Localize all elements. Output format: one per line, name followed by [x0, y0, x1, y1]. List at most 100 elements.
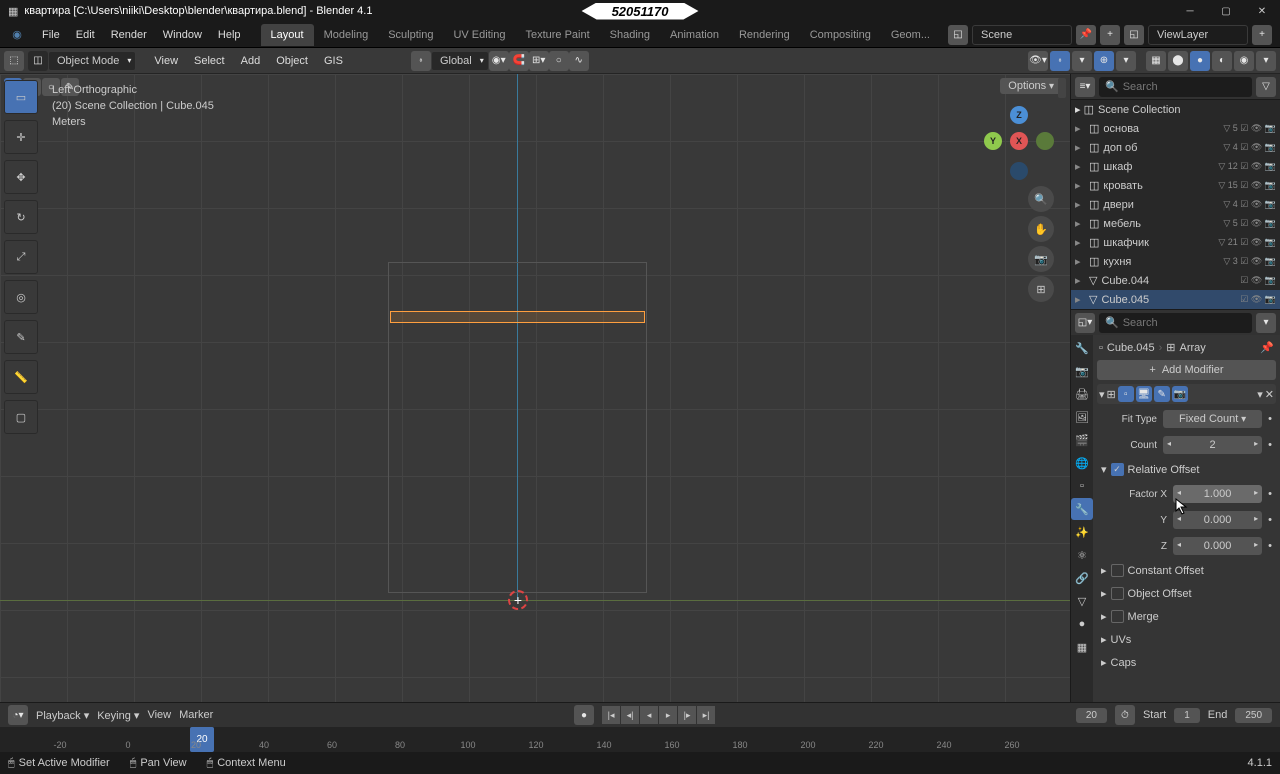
menu-edit[interactable]: Edit — [68, 29, 103, 41]
tab-animation[interactable]: Animation — [660, 24, 729, 46]
tab-layout[interactable]: Layout — [261, 24, 314, 46]
object-offset-section[interactable]: ▸Object Offset — [1097, 584, 1276, 603]
overlay-options-icon[interactable]: ▾ — [1116, 51, 1136, 71]
prop-tab-material[interactable]: ● — [1071, 613, 1093, 635]
camera-view-icon[interactable]: 📷 — [1028, 246, 1054, 272]
tab-sculpting[interactable]: Sculpting — [378, 24, 443, 46]
factor-z-field[interactable]: 0.000 — [1173, 537, 1262, 555]
tree-row[interactable]: ▸◫шкаф▽ 12 ☑ 👁 📷 — [1071, 157, 1280, 176]
new-viewlayer-icon[interactable]: + — [1252, 25, 1272, 45]
persp-ortho-icon[interactable]: ⊞ — [1028, 276, 1054, 302]
viewmenu-object[interactable]: Object — [268, 55, 316, 67]
prop-tab-object[interactable]: ▫ — [1071, 475, 1093, 497]
rotate-tool[interactable]: ↻ — [4, 200, 38, 234]
merge-section[interactable]: ▸Merge — [1097, 607, 1276, 626]
solid-icon[interactable]: ● — [1190, 51, 1210, 71]
gizmo-x-icon[interactable]: X — [1010, 132, 1028, 150]
prop-tab-texture[interactable]: ▦ — [1071, 636, 1093, 658]
relative-offset-section[interactable]: ▾✓Relative Offset — [1097, 460, 1276, 479]
tab-compositing[interactable]: Compositing — [800, 24, 881, 46]
zoom-icon[interactable]: 🔍 — [1028, 186, 1054, 212]
prop-tab-mesh[interactable]: ▽ — [1071, 590, 1093, 612]
addcube-tool[interactable]: ▢ — [4, 400, 38, 434]
end-frame[interactable]: 250 — [1235, 708, 1272, 723]
tab-geom-[interactable]: Geom... — [881, 24, 940, 46]
outliner-display-icon[interactable]: ≡▾ — [1075, 77, 1095, 97]
mod-delete-icon[interactable]: ✕ — [1265, 388, 1274, 401]
tab-uv-editing[interactable]: UV Editing — [443, 24, 515, 46]
timeline-editor-icon[interactable]: ◔▾ — [8, 705, 28, 725]
current-frame[interactable]: 20 — [1076, 708, 1107, 723]
gizmo-options-icon[interactable]: ▾ — [1072, 51, 1092, 71]
viewmenu-select[interactable]: Select — [186, 55, 233, 67]
scale-tool[interactable]: ⤢ — [4, 240, 38, 274]
gizmo-neg-y-icon[interactable] — [1036, 132, 1054, 150]
xray-icon[interactable]: ▦ — [1146, 51, 1166, 71]
new-scene-icon[interactable]: + — [1100, 25, 1120, 45]
npanel-toggle[interactable] — [1058, 78, 1066, 98]
props-data-icon[interactable]: ◱▾ — [1075, 313, 1095, 333]
orientation-icon[interactable]: ⬫ — [411, 51, 431, 71]
mode-dropdown[interactable]: Object Mode — [48, 51, 136, 71]
outliner-search[interactable]: 🔍Search — [1099, 77, 1252, 97]
transform-orientation[interactable]: Global — [431, 51, 489, 71]
viewport-3d[interactable]: ▭ ▭ ○ ✎ Options ▾ Left Orthographic (20)… — [0, 74, 1070, 702]
prop-tab-render[interactable]: 📷 — [1071, 360, 1093, 382]
select-tool[interactable]: ▭ — [4, 80, 38, 114]
scene-field[interactable]: Scene — [972, 25, 1072, 45]
constant-offset-section[interactable]: ▸Constant Offset — [1097, 561, 1276, 580]
tab-modeling[interactable]: Modeling — [314, 24, 379, 46]
marker-menu[interactable]: Marker — [179, 709, 213, 721]
menu-file[interactable]: File — [34, 29, 68, 41]
minimize-button[interactable]: ─ — [1172, 0, 1208, 22]
prev-key-icon[interactable]: ◂| — [621, 706, 639, 724]
tree-row[interactable]: ▸◫основа▽ 5 ☑ 👁 📷 — [1071, 119, 1280, 138]
play-rev-icon[interactable]: ◂ — [640, 706, 658, 724]
mode-icon[interactable]: ◫ — [28, 51, 48, 71]
preview-range-icon[interactable]: ⏱ — [1115, 705, 1135, 725]
prop-tab-tool[interactable]: 🔧 — [1071, 337, 1093, 359]
mod-cage-icon[interactable]: 📷 — [1172, 386, 1188, 402]
prop-tab-output[interactable]: 🖨 — [1071, 383, 1093, 405]
mod-edit-icon[interactable]: ✎ — [1154, 386, 1170, 402]
viewmenu-gis[interactable]: GIS — [316, 55, 351, 67]
factor-x-field[interactable]: 1.000 — [1173, 485, 1262, 503]
tree-row[interactable]: ▸▽Cube.044 ☑ 👁 📷 — [1071, 271, 1280, 290]
jump-start-icon[interactable]: |◂ — [602, 706, 620, 724]
snap-target-icon[interactable]: ⊞▾ — [529, 51, 549, 71]
tab-rendering[interactable]: Rendering — [729, 24, 800, 46]
overlay-toggle-icon[interactable]: ⊕ — [1094, 51, 1114, 71]
prop-tab-constraint[interactable]: 🔗 — [1071, 567, 1093, 589]
move-tool[interactable]: ✥ — [4, 160, 38, 194]
matprev-icon[interactable]: ◐ — [1212, 51, 1232, 71]
menu-render[interactable]: Render — [103, 29, 155, 41]
tab-shading[interactable]: Shading — [600, 24, 660, 46]
props-search[interactable]: 🔍Search — [1099, 313, 1252, 333]
start-frame[interactable]: 1 — [1174, 708, 1200, 723]
prop-tab-modifier[interactable]: 🔧 — [1071, 498, 1093, 520]
tree-root[interactable]: ▸ ◫Scene Collection — [1071, 100, 1280, 119]
pivot-icon[interactable]: ◉▾ — [489, 51, 509, 71]
mod-render-icon[interactable]: 🖥 — [1136, 386, 1152, 402]
caps-section[interactable]: ▸Caps — [1097, 653, 1276, 672]
prop-tab-world[interactable]: 🌐 — [1071, 452, 1093, 474]
tree-row[interactable]: ▸◫кухня▽ 3 ☑ 👁 📷 — [1071, 252, 1280, 271]
fit-type-field[interactable]: Fixed Count ▾ — [1163, 410, 1262, 428]
tree-row[interactable]: ▸▽Cube.045 ☑ 👁 📷 — [1071, 290, 1280, 309]
nav-gizmo[interactable]: Z Y X — [984, 106, 1054, 176]
gizmo-z-icon[interactable]: Z — [1010, 106, 1028, 124]
snap-icon[interactable]: 🧲 — [509, 51, 529, 71]
gizmo-y-icon[interactable]: Y — [984, 132, 1002, 150]
annotate-tool[interactable]: ✎ — [4, 320, 38, 354]
viewmenu-view[interactable]: View — [146, 55, 186, 67]
timeline-track[interactable]: 20 -200204060801001201401601802002202402… — [0, 727, 1280, 752]
options-dropdown[interactable]: Options ▾ — [1000, 78, 1062, 94]
gizmo-neg-z-icon[interactable] — [1010, 162, 1028, 180]
tab-texture-paint[interactable]: Texture Paint — [515, 24, 599, 46]
prop-edit-icon[interactable]: ○ — [549, 51, 569, 71]
tree-row[interactable]: ▸◫доп об▽ 4 ☑ 👁 📷 — [1071, 138, 1280, 157]
rendered-icon[interactable]: ◉ — [1234, 51, 1254, 71]
pin-scene-icon[interactable]: 📌 — [1076, 25, 1096, 45]
factor-y-field[interactable]: 0.000 — [1173, 511, 1262, 529]
outliner-filter-icon[interactable]: ▽ — [1256, 77, 1276, 97]
